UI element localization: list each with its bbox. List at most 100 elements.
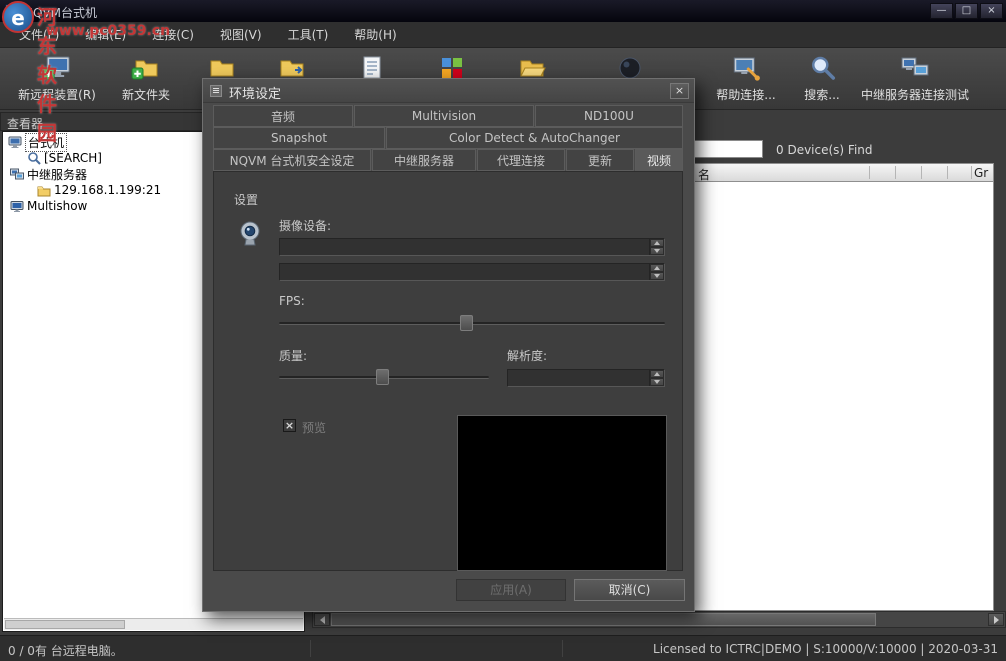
spinner-up-icon[interactable] <box>650 239 664 247</box>
close-button[interactable]: × <box>980 3 1003 19</box>
tree-item-label: 129.168.1.199:21 <box>54 183 161 197</box>
arrow-left-icon <box>320 616 325 624</box>
tree-item-label: Multishow <box>27 199 87 213</box>
tree-item-search[interactable]: [SEARCH] <box>27 150 102 166</box>
toolbar-button-new-remote-device[interactable]: 新远程装置(R) <box>18 53 96 103</box>
spinner-down-icon[interactable] <box>650 247 664 255</box>
quality-label: 质量: <box>279 347 307 364</box>
window-title: NQVM台式机 <box>24 4 97 21</box>
tab-row-1: 音频 Multivision ND100U <box>213 105 683 127</box>
tab-update[interactable]: 更新 <box>566 149 634 171</box>
status-separator <box>562 640 563 657</box>
dialog-title: 环境设定 <box>229 83 281 102</box>
menu-item-edit[interactable]: 编辑(E) <box>72 22 139 47</box>
scroll-right-button[interactable] <box>988 613 1004 626</box>
toolbar-button-new-folder[interactable]: 新文件夹 <box>122 53 170 103</box>
tab-multivision[interactable]: Multivision <box>354 105 534 127</box>
camera-device-label: 摄像设备: <box>279 217 331 234</box>
combo-spinner <box>649 370 664 386</box>
dialog-titlebar: 环境设定 × <box>203 79 694 103</box>
tree-item-label: [SEARCH] <box>44 151 102 165</box>
tree-item-relay-address[interactable]: 129.168.1.199:21 <box>37 182 161 198</box>
scroll-left-button[interactable] <box>314 613 330 626</box>
tree-item-multishow[interactable]: Multishow <box>10 198 87 214</box>
cancel-button[interactable]: 取消(C) <box>574 579 685 601</box>
tree-item-relay-server[interactable]: 中继服务器 <box>10 166 87 182</box>
viewer-horizontal-scrollbar[interactable] <box>4 618 303 630</box>
fps-label: FPS: <box>279 294 305 308</box>
window-titlebar: NQVM台式机 — □ × <box>0 0 1006 22</box>
tab-relay-server[interactable]: 中继服务器 <box>372 149 476 171</box>
scrollbar-thumb[interactable] <box>331 613 876 626</box>
menu-item-connect[interactable]: 连接(C) <box>139 22 207 47</box>
slider-handle[interactable] <box>376 369 389 385</box>
column-divider <box>869 166 870 179</box>
dialog-close-button[interactable]: × <box>670 83 689 99</box>
column-divider <box>947 166 948 179</box>
column-divider <box>921 166 922 179</box>
preview-label: 预览 <box>302 419 326 436</box>
device-count-label: 0 Device(s) Find <box>776 143 873 157</box>
toolbar-button-search[interactable]: 搜索... <box>804 53 839 103</box>
status-left-text: 0 / 0有 台远程电脑。 <box>8 642 123 659</box>
menu-item-view[interactable]: 视图(V) <box>207 22 275 47</box>
menu-item-file[interactable]: 文件(F) <box>6 22 72 47</box>
video-tab-content: 设置 摄像设备: FPS: 质量: 解析度: <box>213 171 683 571</box>
slider-handle[interactable] <box>460 315 473 331</box>
spinner-up-icon[interactable] <box>650 264 664 272</box>
toolbar-button-label: 帮助连接... <box>716 86 775 103</box>
tab-audio[interactable]: 音频 <box>213 105 353 127</box>
camera-device-select-2[interactable] <box>279 263 665 281</box>
video-preview-area <box>457 415 667 571</box>
statusbar: 0 / 0有 台远程电脑。 Licensed to ICTRC|DEMO | S… <box>0 635 1006 661</box>
dialog-icon <box>210 85 222 97</box>
column-header-name[interactable]: 名 <box>698 166 710 183</box>
toolbar-button-relay-test[interactable]: 中继服务器连接测试 <box>861 53 969 103</box>
minimize-button[interactable]: — <box>930 3 953 19</box>
column-header-group[interactable]: Gr <box>974 166 988 180</box>
tab-color-detect[interactable]: Color Detect & AutoChanger <box>386 127 683 149</box>
dialog-tabs: 音频 Multivision ND100U Snapshot Color Det… <box>213 105 683 171</box>
window-controls: — □ × <box>930 3 1003 19</box>
quality-slider[interactable] <box>279 369 489 386</box>
tab-video[interactable]: 视频 <box>635 149 683 171</box>
column-divider <box>895 166 896 179</box>
toolbar-button-help-connect[interactable]: 帮助连接... <box>716 53 775 103</box>
maximize-button[interactable]: □ <box>955 3 978 19</box>
search-icon <box>807 53 837 83</box>
apply-button[interactable]: 应用(A) <box>456 579 566 601</box>
spinner-up-icon[interactable] <box>650 370 664 378</box>
fps-slider[interactable] <box>279 315 665 332</box>
arrow-right-icon <box>994 616 999 624</box>
resolution-select[interactable] <box>507 369 665 387</box>
toolbar-button-label: 新远程装置(R) <box>18 86 96 103</box>
menu-item-help[interactable]: 帮助(H) <box>341 22 409 47</box>
spinner-down-icon[interactable] <box>650 378 664 386</box>
menubar: 文件(F) 编辑(E) 连接(C) 视图(V) 工具(T) 帮助(H) <box>0 22 1006 48</box>
relay-server-icon <box>10 167 24 181</box>
tab-security[interactable]: NQVM 台式机安全设定 <box>213 149 371 171</box>
folder-icon <box>37 183 51 197</box>
combo-spinner <box>649 264 664 280</box>
spinner-down-icon[interactable] <box>650 272 664 280</box>
help-connect-icon <box>731 53 761 83</box>
computer-icon <box>8 135 22 149</box>
resolution-label: 解析度: <box>507 347 547 364</box>
tab-snapshot[interactable]: Snapshot <box>213 127 385 149</box>
settings-section-title: 设置 <box>234 191 258 208</box>
toolbar-button-label: 搜索... <box>804 86 839 103</box>
tab-proxy[interactable]: 代理连接 <box>477 149 565 171</box>
scrollbar-thumb[interactable] <box>5 620 125 629</box>
menu-item-tools[interactable]: 工具(T) <box>275 22 342 47</box>
horizontal-scrollbar[interactable] <box>312 611 1006 628</box>
tree-item-desktop[interactable]: 台式机 <box>8 134 67 150</box>
camera-device-select[interactable] <box>279 238 665 256</box>
webcam-icon <box>236 220 264 248</box>
relay-test-icon <box>900 53 930 83</box>
tab-nd100u[interactable]: ND100U <box>535 105 683 127</box>
new-folder-icon <box>131 53 161 83</box>
tree-item-label: 中继服务器 <box>27 166 87 183</box>
tab-row-3: NQVM 台式机安全设定 中继服务器 代理连接 更新 视频 <box>213 149 683 171</box>
preview-checkbox[interactable]: × <box>283 419 296 432</box>
search-icon <box>27 151 41 165</box>
